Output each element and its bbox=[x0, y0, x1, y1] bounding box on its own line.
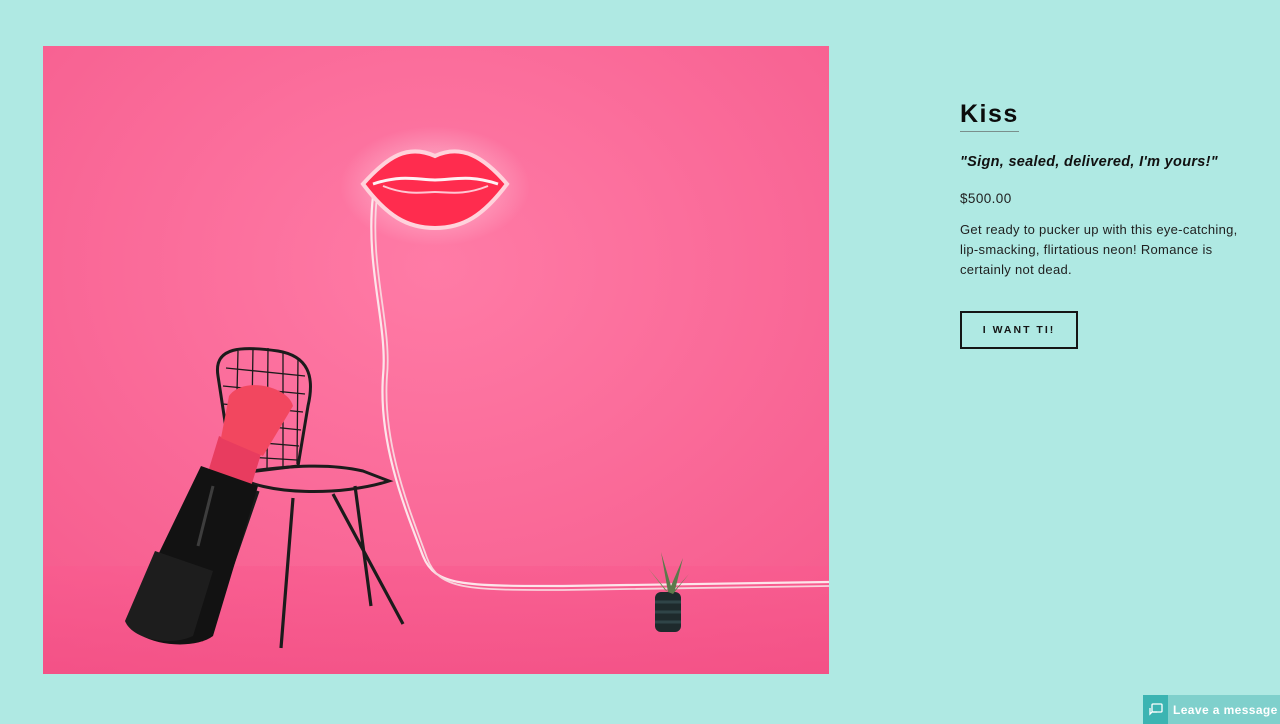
product-info: Kiss "Sign, sealed, delivered, I'm yours… bbox=[960, 100, 1250, 349]
neon-lips bbox=[340, 126, 530, 246]
product-title: Kiss bbox=[960, 100, 1019, 132]
chat-label: Leave a message bbox=[1173, 702, 1278, 717]
product-price: $500.00 bbox=[960, 191, 1012, 206]
neon-lips-scene-illustration bbox=[43, 46, 829, 674]
product-tagline: "Sign, sealed, delivered, I'm yours!" bbox=[960, 154, 1218, 170]
product-description: Get ready to pucker up with this eye-cat… bbox=[960, 222, 1238, 277]
i-want-it-button[interactable]: I WANT TI! bbox=[960, 311, 1078, 349]
leave-a-message-widget[interactable]: Leave a message bbox=[1143, 695, 1280, 724]
product-photo bbox=[43, 46, 829, 674]
chat-bubble-icon bbox=[1143, 695, 1168, 724]
